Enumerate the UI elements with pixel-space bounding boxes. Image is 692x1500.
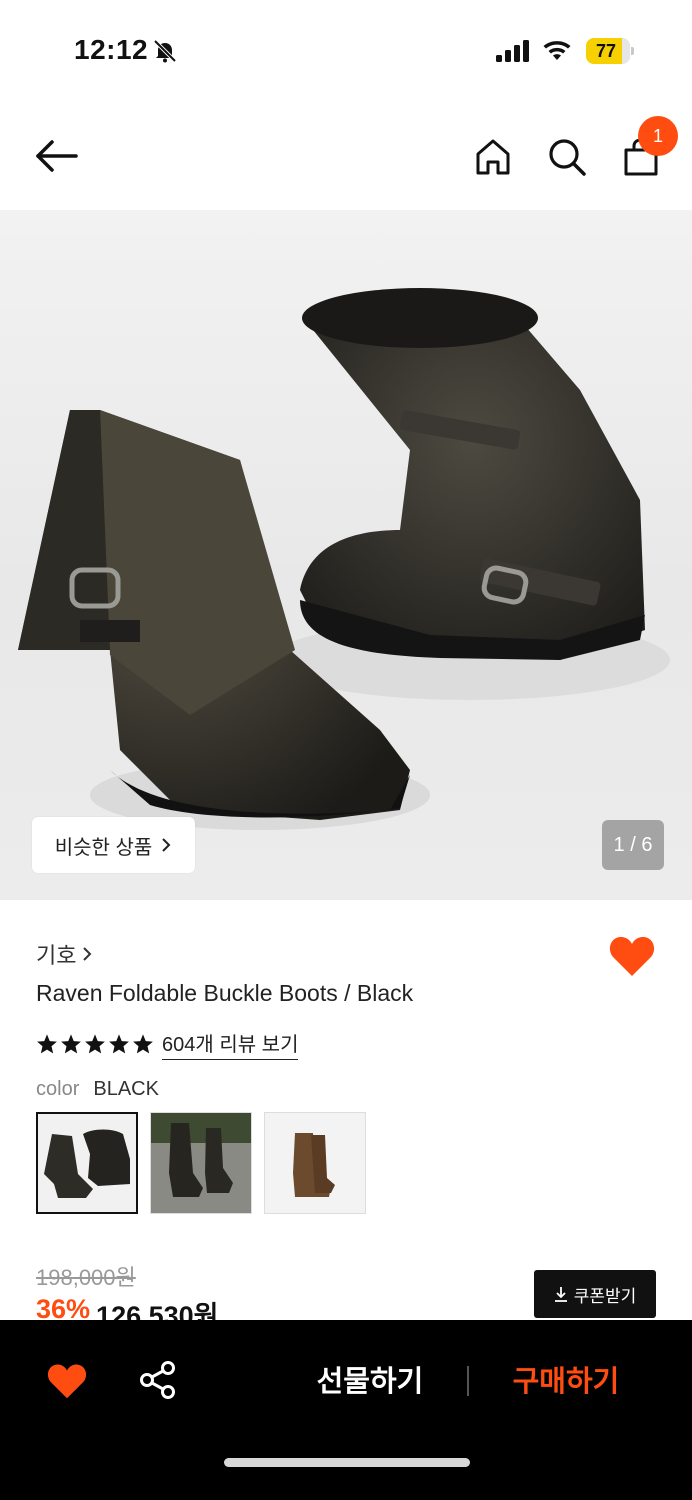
star-rating (36, 1033, 154, 1055)
wishlist-heart-icon[interactable] (608, 934, 656, 978)
top-nav-bar (0, 100, 692, 210)
swatch-black-folded-image (44, 1129, 130, 1198)
status-time: 12:12 (74, 34, 149, 65)
star-icon (109, 1034, 129, 1054)
star-icon (37, 1034, 57, 1054)
wifi-icon (543, 41, 571, 60)
brand-name: 기호 (36, 943, 77, 968)
coupon-label: 쿠폰받기 (573, 1286, 637, 1306)
cart-count-badge: 1 (638, 116, 678, 156)
chevron-right-icon (83, 947, 92, 961)
reviews-link[interactable]: 604개 리뷰 보기 (162, 1028, 299, 1060)
color-option-row: color BLACK (36, 1078, 159, 1101)
gift-button[interactable]: 선물하기 (300, 1360, 440, 1404)
like-heart-icon[interactable] (46, 1362, 88, 1400)
star-icon (61, 1034, 81, 1054)
rating-row: 604개 리뷰 보기 (36, 1028, 299, 1060)
original-price: 198,000원 (36, 1265, 136, 1290)
swatch-black-worn-image (151, 1113, 251, 1213)
similar-products-button[interactable]: 비슷한 상품 (32, 817, 195, 873)
product-image-gallery[interactable]: 비슷한 상품 1 / 6 (0, 210, 692, 900)
star-icon (85, 1034, 105, 1054)
download-icon (554, 1287, 567, 1302)
get-coupon-button[interactable]: 쿠폰받기 (534, 1270, 656, 1318)
chevron-right-icon (162, 838, 171, 852)
swatch-black-worn[interactable] (150, 1112, 252, 1214)
home-icon[interactable] (472, 136, 514, 178)
buy-button[interactable]: 구매하기 (496, 1360, 636, 1404)
search-icon[interactable] (546, 136, 588, 178)
swatch-brown[interactable] (264, 1112, 366, 1214)
back-arrow-icon[interactable] (30, 136, 82, 176)
bell-off-icon (153, 39, 177, 63)
divider (467, 1366, 469, 1396)
boots-photo (18, 288, 670, 830)
status-bar: 12:12 77 (0, 0, 692, 100)
color-value: BLACK (93, 1078, 159, 1100)
color-swatches (36, 1112, 366, 1214)
home-indicator[interactable] (224, 1458, 470, 1467)
star-icon (133, 1034, 153, 1054)
similar-products-label: 비슷한 상품 (54, 836, 153, 859)
color-label: color (36, 1078, 80, 1100)
swatch-brown-image (293, 1133, 335, 1197)
battery-level: 77 (595, 41, 617, 61)
bottom-action-bar: 선물하기 구매하기 (0, 1320, 692, 1500)
cellular-signal-icon (496, 40, 529, 62)
brand-link[interactable]: 기호 (36, 938, 92, 970)
image-page-indicator: 1 / 6 (602, 820, 664, 870)
battery-icon: 77 (586, 38, 634, 64)
product-title: Raven Foldable Buckle Boots / Black (36, 980, 414, 1006)
share-icon[interactable] (138, 1360, 178, 1400)
swatch-black-folded[interactable] (36, 1112, 138, 1214)
